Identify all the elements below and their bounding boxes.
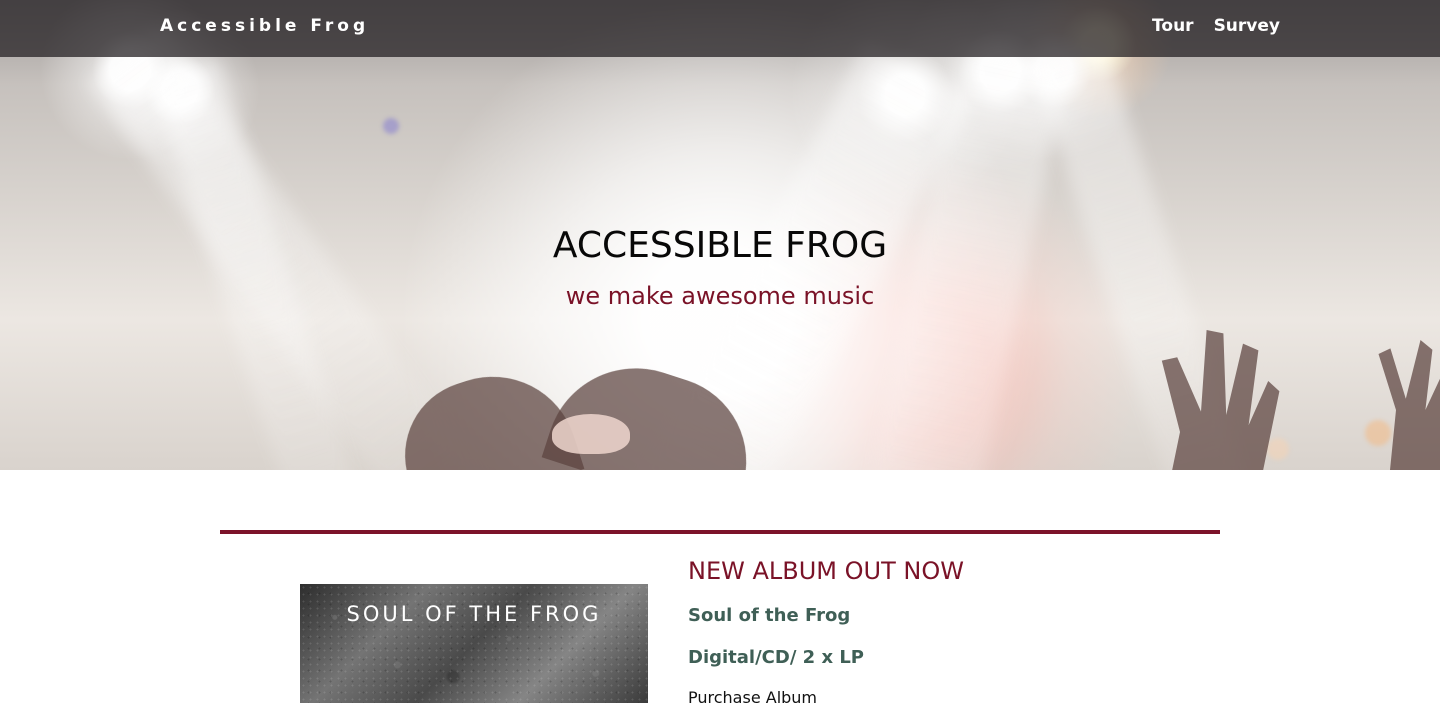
light-bokeh — [1267, 438, 1289, 460]
top-navbar: Accessible Frog Tour Survey — [0, 0, 1440, 57]
album-info: NEW ALBUM OUT NOW Soul of the Frog Digit… — [688, 556, 1208, 708]
raised-hand — [1378, 340, 1440, 470]
nav-link-survey[interactable]: Survey — [1214, 16, 1280, 36]
hero-banner: ACCESSIBLE FROG we make awesome music — [0, 0, 1440, 470]
section-divider — [220, 530, 1220, 534]
nav-link-tour[interactable]: Tour — [1152, 16, 1194, 36]
heart-gap — [552, 414, 630, 454]
light-bokeh — [383, 118, 399, 134]
album-heading: NEW ALBUM OUT NOW — [688, 557, 964, 585]
hero-title: ACCESSIBLE FROG — [552, 225, 888, 266]
light-bokeh — [1365, 420, 1391, 446]
album-name: Soul of the Frog — [688, 605, 851, 626]
album-cover-title: SOUL OF THE FROG — [346, 602, 602, 626]
album-cover-image: SOUL OF THE FROG — [300, 584, 648, 703]
brand-link[interactable]: Accessible Frog — [160, 16, 369, 36]
album-formats: Digital/CD/ 2 x LP — [688, 647, 864, 668]
hero-tagline: we make awesome music — [565, 282, 875, 310]
main-nav: Tour Survey — [1152, 16, 1280, 36]
purchase-album-link[interactable]: Purchase Album — [688, 688, 817, 708]
